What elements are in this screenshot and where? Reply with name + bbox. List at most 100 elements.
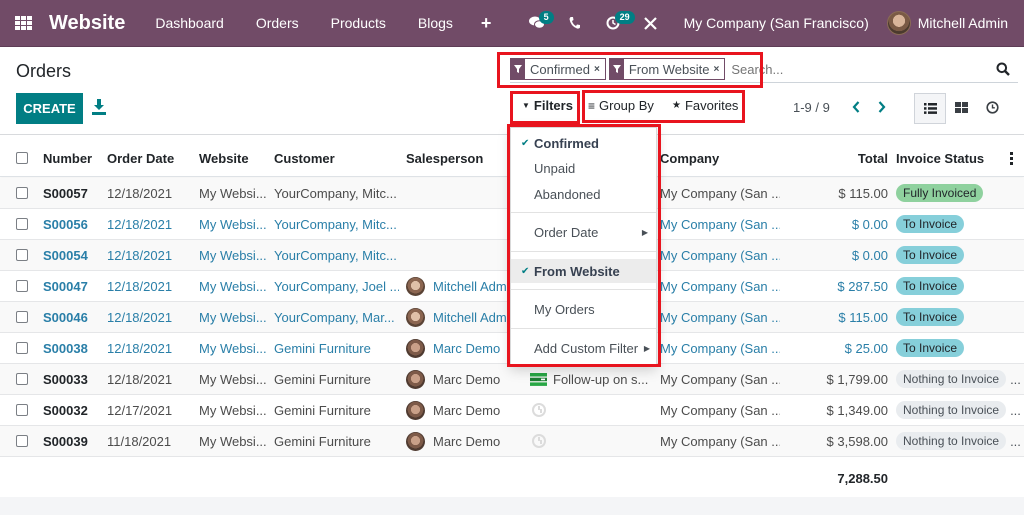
order-date: 12/18/2021 [107,216,173,232]
create-button[interactable]: CREATE [16,93,83,124]
row-checkbox[interactable] [16,373,28,385]
filters-dropdown: ✔ Confirmed Unpaid Abandoned Order Date ▶ … [510,127,657,366]
menu-divider [511,289,656,290]
menu-blogs[interactable]: Blogs [402,15,469,31]
search-input[interactable] [731,61,982,77]
row-checkbox[interactable] [16,311,28,323]
facet-label: Confirmed [530,61,590,77]
company: My Company (San ... [660,247,780,263]
column-salesperson[interactable]: Salesperson [406,151,512,166]
activity[interactable] [530,403,655,417]
menu-products[interactable]: Products [315,15,402,31]
filter-order-date[interactable]: Order Date ▶ [511,220,656,244]
check-icon: ✔ [521,137,530,149]
invoice-status-badge: To Invoice [896,339,965,357]
row-checkbox[interactable] [16,435,28,447]
company: My Company (San ... [660,340,780,356]
total: $ 0.00 [851,216,888,232]
column-invoice-status[interactable]: Invoice Status [896,151,1021,166]
salesperson: Marc Demo [406,369,512,389]
column-website[interactable]: Website [199,151,271,166]
messages-count-badge: 5 [538,11,554,24]
column-customer[interactable]: Customer [274,151,399,166]
app-name[interactable]: Website [49,12,125,35]
filters-button[interactable]: ▼ Filters [522,98,573,113]
facet-remove-icon[interactable]: × [594,64,600,75]
messaging-button[interactable]: 5 [518,0,556,46]
company-switcher[interactable]: My Company (San Francisco) [670,15,887,31]
row-checkbox[interactable] [16,342,28,354]
website: My Websi... [199,402,267,418]
column-company[interactable]: Company [660,151,780,166]
download-icon[interactable] [92,99,106,115]
table-row[interactable]: S00032 12/17/2021 My Websi... Gemini Furnit… [0,395,1024,426]
customer: YourCompany, Mitc... [274,216,397,232]
pager-value[interactable]: 1-9 / 9 [793,100,830,115]
column-order-date[interactable]: Order Date [107,151,195,166]
order-number: S00032 [43,402,88,418]
menu-orders[interactable]: Orders [240,15,315,31]
phone-button[interactable] [556,0,594,46]
filter-abandoned[interactable]: Abandoned [511,182,656,206]
add-custom-filter[interactable]: Add Custom Filter ▶ [511,336,656,360]
apps-menu-icon[interactable] [15,16,33,30]
clock-icon[interactable] [532,434,546,448]
pager-next-button[interactable] [875,98,889,116]
filter-icon [609,59,624,79]
clock-icon[interactable] [532,403,546,417]
salesperson-avatar [406,338,425,358]
invoice-status: Nothing to Invoice... [896,432,1021,450]
activities-button[interactable]: 29 [594,0,635,46]
menu-divider [511,328,656,329]
page-title: Orders [16,61,72,81]
order-date: 12/18/2021 [107,185,173,201]
order-number: S00054 [43,247,88,263]
select-all-checkbox[interactable] [16,152,28,164]
salesperson-name: Marc Demo [433,340,501,356]
filter-unpaid[interactable]: Unpaid [511,156,656,180]
filter-my-orders[interactable]: My Orders [511,297,656,321]
menu-dashboard[interactable]: Dashboard [139,15,240,31]
facet-remove-icon[interactable]: × [713,64,719,75]
row-checkbox[interactable] [16,218,28,230]
customer: YourCompany, Joel ... [274,278,399,294]
debug-tools-button[interactable] [632,0,670,46]
user-avatar [886,11,911,35]
column-number[interactable]: Number [43,151,103,166]
kanban-view-icon[interactable] [955,101,969,115]
filter-confirmed[interactable]: ✔ Confirmed [511,131,656,155]
row-checkbox[interactable] [16,187,28,199]
favorites-button[interactable]: ★ Favorites [672,98,738,113]
column-total[interactable]: Total [790,151,888,166]
order-number: S00033 [43,371,88,387]
row-checkbox[interactable] [16,249,28,261]
salesperson: Marc Demo [406,431,512,451]
total: $ 115.00 [838,309,888,325]
activity-view-icon[interactable] [986,101,999,114]
group-by-button[interactable]: ≡ Group By [588,98,654,113]
optional-columns-icon[interactable] [1010,152,1014,165]
company: My Company (San ... [660,371,780,387]
row-checkbox[interactable] [16,280,28,292]
filter-from-website[interactable]: ✔ From Website [511,259,656,283]
check-icon: ✔ [521,265,530,277]
list-view-button[interactable] [914,93,946,124]
table-row[interactable]: S00039 11/18/2021 My Websi... Gemini Furnit… [0,426,1024,457]
search-icon[interactable] [996,62,1010,76]
activity[interactable] [530,434,655,448]
plus-icon[interactable]: + [469,13,504,34]
order-number: S00047 [43,278,88,294]
star-icon: ★ [672,100,681,111]
pager-previous-button[interactable] [849,98,863,116]
table-row[interactable]: S00033 12/18/2021 My Websi... Gemini Furnit… [0,364,1024,395]
user-menu[interactable]: Mitchell Admin [886,11,1024,35]
invoice-status: Nothing to Invoice... [896,370,1021,388]
company: My Company (San ... [660,402,780,418]
invoice-status: To Invoice [896,308,1021,326]
website: My Websi... [199,371,267,387]
activity[interactable]: Follow-up on s... [530,372,655,387]
company: My Company (San ... [660,185,780,201]
bars-icon: ≡ [588,98,596,113]
row-checkbox[interactable] [16,404,28,416]
order-date: 12/18/2021 [107,340,173,356]
